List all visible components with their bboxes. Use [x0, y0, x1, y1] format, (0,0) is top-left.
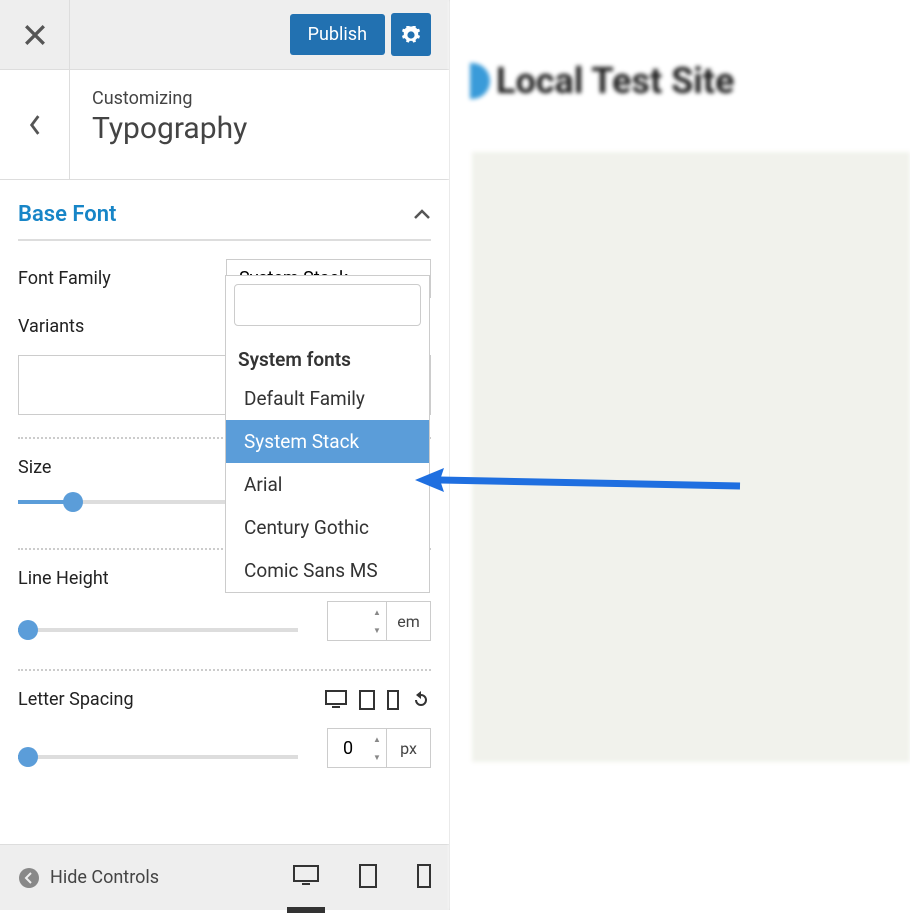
page-title: Typography [92, 111, 427, 146]
preview-content [472, 152, 910, 762]
dropdown-item[interactable]: Default Family [226, 377, 429, 420]
font-family-label: Font Family [18, 268, 111, 289]
letter-spacing-label: Letter Spacing [18, 689, 134, 710]
customizer-header: Publish [0, 0, 449, 70]
customizer-content: Base Font Font Family System Stack Varia… [0, 180, 449, 844]
breadcrumb: Customizing [92, 88, 427, 109]
site-preview: Local Test Site [450, 0, 910, 910]
chevron-left-icon [29, 115, 41, 135]
section-base-font[interactable]: Base Font [18, 202, 116, 227]
mobile-icon[interactable] [387, 690, 399, 710]
letter-spacing-unit: px [387, 728, 431, 768]
stepper-up[interactable]: ▲ [369, 603, 385, 621]
font-family-dropdown-panel: System fonts Default Family System Stack… [225, 275, 430, 593]
preview-tablet[interactable] [359, 864, 377, 892]
letter-spacing-slider[interactable] [18, 751, 298, 763]
line-height-label: Line Height [18, 568, 109, 589]
customizer-subheader: Customizing Typography [0, 70, 449, 180]
chevron-up-icon [413, 208, 431, 220]
dropdown-item[interactable]: Century Gothic [226, 506, 429, 549]
dropdown-group-label: System fonts [226, 334, 429, 377]
preview-desktop[interactable] [293, 865, 319, 891]
size-label: Size [18, 457, 51, 478]
collapse-left-icon [18, 867, 40, 889]
close-button[interactable] [0, 0, 70, 70]
dropdown-item[interactable]: Comic Sans MS [226, 549, 429, 592]
site-title: Local Test Site [470, 60, 910, 102]
gear-icon [402, 26, 420, 44]
stepper-down[interactable]: ▼ [369, 748, 385, 766]
variants-label: Variants [18, 316, 84, 337]
reset-icon[interactable] [411, 690, 431, 710]
close-icon [24, 24, 46, 46]
customizer-footer: Hide Controls [0, 844, 449, 910]
tablet-icon [359, 864, 377, 888]
hide-controls-button[interactable]: Hide Controls [18, 867, 159, 889]
line-height-unit: em [387, 601, 431, 641]
dropdown-item[interactable]: System Stack [226, 420, 429, 463]
tablet-icon[interactable] [359, 690, 375, 710]
mobile-icon [417, 864, 431, 888]
desktop-icon[interactable] [325, 690, 347, 710]
stepper-down[interactable]: ▼ [369, 621, 385, 639]
collapse-button[interactable] [413, 205, 431, 224]
publish-button[interactable]: Publish [290, 14, 385, 55]
desktop-icon [293, 865, 319, 887]
settings-button[interactable] [391, 13, 431, 56]
customizer-sidebar: Publish Customizing Typography Base Font… [0, 0, 450, 910]
preview-mobile[interactable] [417, 864, 431, 892]
stepper-up[interactable]: ▲ [369, 730, 385, 748]
back-button[interactable] [0, 70, 70, 179]
dropdown-item[interactable]: Arial [226, 463, 429, 506]
font-search-input[interactable] [234, 284, 421, 326]
line-height-slider[interactable] [18, 624, 298, 636]
